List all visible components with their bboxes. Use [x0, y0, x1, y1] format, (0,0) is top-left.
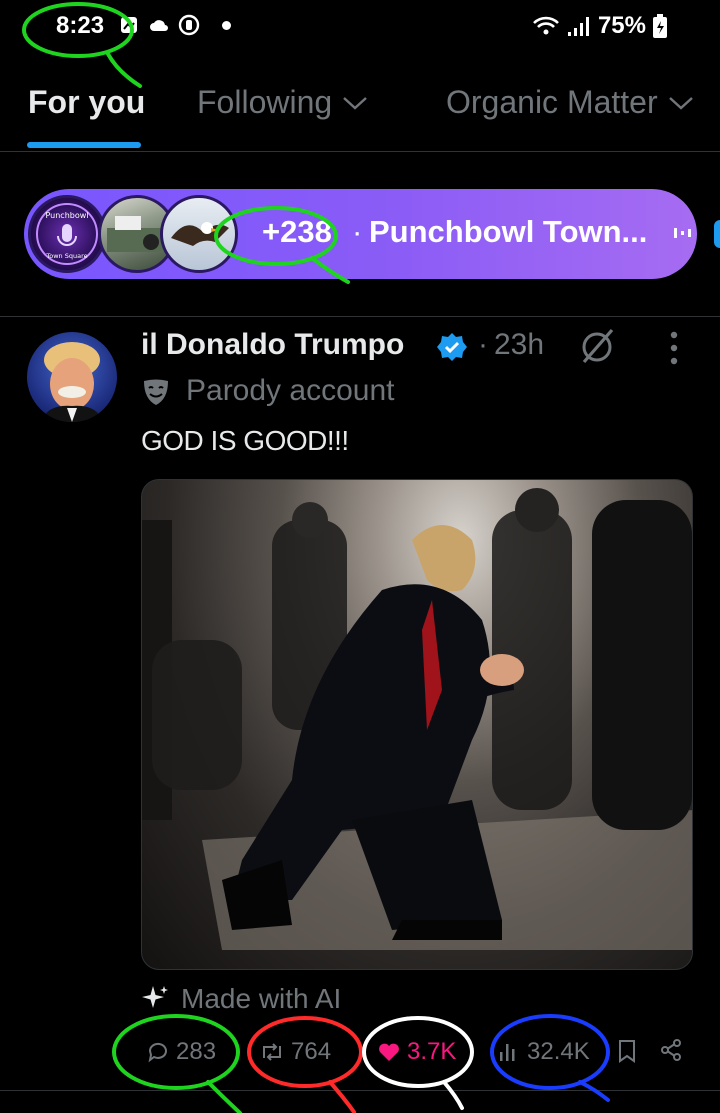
grok-icon[interactable]	[578, 326, 618, 366]
space-speaker-avatar	[160, 195, 238, 273]
like-count: 3.7K	[407, 1038, 457, 1065]
tweet-text: GOD IS GOOD!!!	[141, 425, 349, 456]
views-count: 32.4K	[527, 1038, 590, 1065]
parody-account-label: Parody account	[186, 374, 395, 407]
space-host-avatar: Punchbowl Town Square	[28, 195, 106, 273]
made-with-ai-label: Made with AI	[141, 983, 341, 1015]
bookmark-button[interactable]	[616, 1038, 638, 1064]
repost-icon	[263, 1043, 281, 1061]
views-button[interactable]: 32.4K	[497, 1038, 590, 1066]
live-space-pill[interactable]: Punchbowl Town Square +238 · Punchbowl T…	[24, 189, 697, 279]
divider	[0, 316, 720, 317]
tab-following[interactable]: Following	[197, 84, 368, 121]
made-with-ai-text: Made with AI	[181, 983, 342, 1014]
views-chart-icon	[500, 1044, 515, 1061]
status-notification-icons	[118, 14, 231, 36]
kneeling-figure-illustration	[142, 488, 692, 950]
tweet-timestamp[interactable]: 23h	[494, 328, 544, 362]
status-time: 8:23	[56, 12, 105, 39]
share-button[interactable]	[659, 1038, 683, 1062]
annotation-tail-replies	[206, 1080, 242, 1113]
like-button[interactable]: 3.7K	[377, 1038, 456, 1066]
divider	[0, 1090, 720, 1091]
cloud-icon	[150, 20, 168, 31]
author-avatar[interactable]	[27, 332, 117, 422]
bookmark-icon	[619, 1040, 635, 1063]
active-tab-indicator	[27, 142, 141, 148]
wifi-icon	[533, 16, 559, 35]
space-title: Punchbowl Town...	[369, 214, 648, 249]
battery-icon	[653, 14, 667, 38]
space-listener-count: +238	[262, 214, 332, 249]
notification-dot-icon	[222, 20, 231, 30]
chevron-down-icon	[668, 96, 693, 110]
annotation-tail-likes	[442, 1080, 464, 1110]
meta-separator: ·	[478, 328, 488, 361]
tweet-media-image[interactable]	[141, 479, 693, 970]
tweet-action-bar: 283 764 3.7K 32.4K	[0, 1034, 720, 1080]
reply-count: 283	[176, 1038, 217, 1065]
chevron-down-icon	[343, 96, 367, 110]
reply-button[interactable]: 283	[146, 1038, 216, 1066]
repost-button[interactable]: 764	[259, 1038, 331, 1066]
annotation-tail-views	[578, 1080, 610, 1102]
photo-notification-icon	[121, 17, 137, 33]
verified-badge-icon	[437, 333, 467, 361]
next-space-pill-edge[interactable]	[714, 220, 720, 248]
author-name[interactable]: il Donaldo Trumpo	[141, 328, 404, 362]
sparkle-icon	[142, 986, 168, 1008]
battery-percent: 75%	[597, 12, 646, 39]
parody-mask-icon	[144, 379, 168, 405]
annotation-tail-reposts	[328, 1080, 356, 1113]
status-right: 75%	[532, 12, 668, 40]
tab-label: Organic Matter	[446, 84, 658, 120]
repost-count: 764	[291, 1038, 332, 1065]
audio-wave-icon	[674, 228, 691, 238]
space-avatar-text-bottom: Town Square	[45, 252, 87, 260]
threads-app-icon	[178, 14, 200, 36]
signal-icon	[567, 17, 589, 36]
timeline-tabs: For you Following Organic Matter	[0, 62, 720, 152]
status-bar: 8:23 75%	[0, 0, 720, 56]
space-avatar-text-top: Punchbowl	[45, 211, 88, 220]
reply-icon	[148, 1042, 167, 1063]
more-options-icon[interactable]	[664, 330, 684, 366]
tab-for-you[interactable]: For you	[28, 84, 145, 121]
tab-organic-matter[interactable]: Organic Matter	[446, 84, 694, 121]
tab-label: For you	[28, 84, 146, 120]
heart-filled-icon	[379, 1043, 399, 1061]
space-separator: ·	[352, 214, 363, 249]
share-icon	[661, 1039, 681, 1061]
tab-label: Following	[197, 84, 333, 120]
